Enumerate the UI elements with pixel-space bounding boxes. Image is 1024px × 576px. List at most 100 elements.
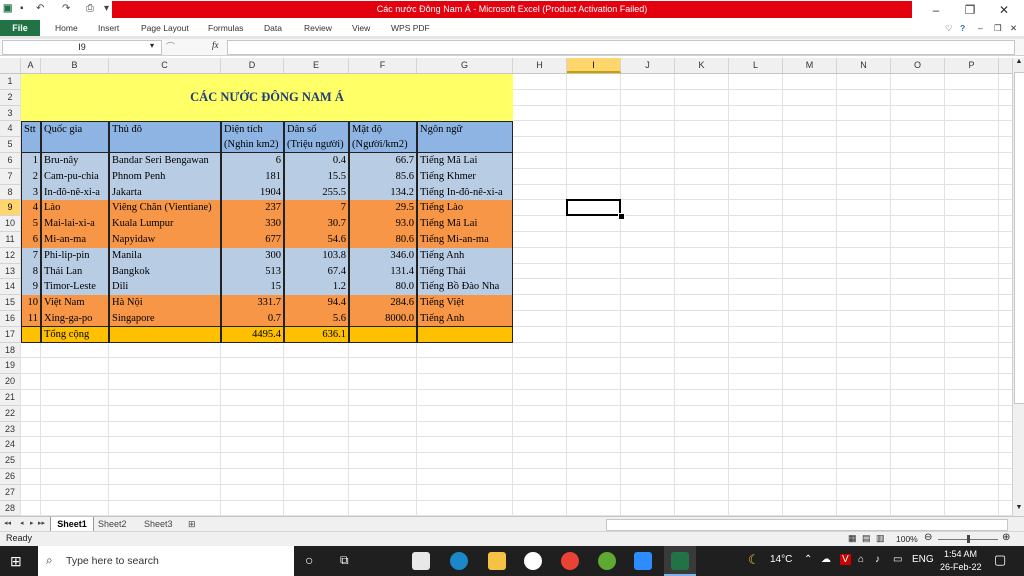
cell-language[interactable]: Tiếng Mi-an-ma [417, 232, 513, 248]
cell-area[interactable]: 1904 [221, 184, 284, 201]
zoom-out-icon[interactable]: ⊖ [924, 532, 932, 543]
name-box[interactable]: I9 [2, 40, 162, 55]
cell-density[interactable]: 8000.0 [349, 311, 417, 327]
cell-stt[interactable]: 6 [21, 232, 41, 248]
selected-cell-i9[interactable] [566, 199, 621, 217]
header-population-unit[interactable]: (Triệu người) [284, 137, 349, 153]
row-header-3[interactable]: 3 [0, 105, 21, 122]
vertical-scroll-thumb[interactable] [1014, 72, 1024, 404]
cell-capital[interactable]: Viêng Chăn (Vientiane) [109, 200, 221, 217]
name-box-dropdown-icon[interactable]: ▾ [150, 41, 154, 50]
cell-density[interactable]: 66.7 [349, 153, 417, 169]
row-header-22[interactable]: 22 [0, 405, 21, 422]
tab-home[interactable]: Home [55, 20, 78, 36]
row-header-21[interactable]: 21 [0, 390, 21, 406]
network-icon[interactable]: ⌂ [858, 554, 864, 565]
column-header-a[interactable]: A [21, 58, 41, 73]
row-header-26[interactable]: 26 [0, 469, 21, 485]
cell-area[interactable]: 15 [221, 279, 284, 296]
header-stt[interactable]: Stt [21, 121, 41, 153]
cell-population[interactable]: 30.7 [284, 216, 349, 232]
cell-population[interactable]: 1.2 [284, 279, 349, 296]
cell-area[interactable]: 330 [221, 216, 284, 232]
row-header-12[interactable]: 12 [0, 247, 21, 264]
page-break-view-icon[interactable]: ▥ [876, 533, 885, 544]
cell-population[interactable]: 15.5 [284, 168, 349, 185]
column-header-h[interactable]: H [513, 58, 567, 73]
help-icon[interactable]: ? [960, 20, 965, 36]
cell-capital[interactable]: Bangkok [109, 263, 221, 280]
last-sheet-icon[interactable]: ▸▸ [38, 517, 45, 531]
row-header-11[interactable]: 11 [0, 232, 21, 248]
column-header-m[interactable]: M [783, 58, 837, 73]
cell-language[interactable]: Tiếng Việt [417, 295, 513, 311]
cell-stt[interactable]: 2 [21, 168, 41, 185]
cell-capital[interactable]: Bandar Seri Bengawan [109, 153, 221, 169]
cell-total-stt[interactable] [21, 326, 41, 343]
cell-country[interactable]: In-đô-nê-xi-a [41, 184, 109, 201]
row-header-2[interactable]: 2 [0, 89, 21, 106]
task-view-icon[interactable]: ⧉ [340, 553, 349, 568]
cell-language[interactable]: Tiếng Anh [417, 311, 513, 327]
cell-density[interactable]: 131.4 [349, 263, 417, 280]
cell-stt[interactable]: 1 [21, 153, 41, 169]
cell-stt[interactable]: 7 [21, 247, 41, 264]
row-header-10[interactable]: 10 [0, 216, 21, 232]
row-header-4[interactable]: 4 [0, 121, 21, 138]
clock-time[interactable]: 1:54 AM [944, 549, 977, 559]
redo-icon[interactable]: ↷ [62, 3, 70, 14]
scroll-up-icon[interactable]: ▲ [1014, 58, 1024, 68]
tab-page-layout[interactable]: Page Layout [141, 20, 189, 36]
cell-capital[interactable]: Napyidaw [109, 232, 221, 248]
row-header-24[interactable]: 24 [0, 437, 21, 454]
cell-country[interactable]: Mi-an-ma [41, 232, 109, 248]
cell-language[interactable]: Tiếng Mã Lai [417, 153, 513, 169]
cell-country[interactable]: Bru-nây [41, 153, 109, 169]
cell-country[interactable]: Việt Nam [41, 295, 109, 311]
cell-language[interactable]: Tiếng Lào [417, 200, 513, 217]
cell-capital[interactable]: Singapore [109, 311, 221, 327]
column-header-e[interactable]: E [284, 58, 349, 73]
tray-expand-icon[interactable]: ⌃ [804, 554, 812, 565]
formula-expand-icon[interactable]: ⌒ [166, 40, 175, 53]
column-header-b[interactable]: B [41, 58, 109, 73]
cell-population[interactable]: 255.5 [284, 184, 349, 201]
temperature[interactable]: 14°C [770, 554, 792, 565]
cell-area[interactable]: 181 [221, 168, 284, 185]
formula-input[interactable] [227, 40, 1015, 55]
column-header-f[interactable]: F [349, 58, 417, 73]
row-header-13[interactable]: 13 [0, 263, 21, 280]
input-language[interactable]: ENG [912, 554, 934, 565]
minimize-button[interactable]: – [926, 3, 946, 17]
row-header-14[interactable]: 14 [0, 279, 21, 296]
row-header-16[interactable]: 16 [0, 311, 21, 327]
insert-sheet-icon[interactable]: ⊞ [188, 517, 196, 531]
row-header-8[interactable]: 8 [0, 184, 21, 201]
cell-total-area[interactable]: 4495.4 [221, 326, 284, 343]
cell-country[interactable]: Cam-pu-chia [41, 168, 109, 185]
save-icon[interactable]: ▪ [20, 3, 24, 14]
zoom-slider-thumb[interactable] [967, 535, 970, 543]
row-header-6[interactable]: 6 [0, 153, 21, 169]
sheet-tab-sheet1[interactable]: Sheet1 [50, 517, 94, 532]
cell-language[interactable]: Tiếng Thái [417, 263, 513, 280]
cell-capital[interactable]: Phnom Penh [109, 168, 221, 185]
cell-country[interactable]: Xing-ga-po [41, 311, 109, 327]
tab-insert[interactable]: Insert [98, 20, 119, 36]
cell-total-capital[interactable] [109, 326, 221, 343]
zoom-in-icon[interactable]: ⊕ [1002, 532, 1010, 543]
column-header-d[interactable]: D [221, 58, 284, 73]
cell-country[interactable]: Timor-Leste [41, 279, 109, 296]
header-capital[interactable]: Thủ đô [109, 121, 221, 153]
column-header-i[interactable]: I [567, 58, 621, 73]
cell-population[interactable]: 0.4 [284, 153, 349, 169]
row-header-20[interactable]: 20 [0, 374, 21, 390]
sheet-tab-sheet3[interactable]: Sheet3 [144, 517, 173, 531]
cell-total-population[interactable]: 636.1 [284, 326, 349, 343]
tab-formulas[interactable]: Formulas [208, 20, 243, 36]
header-language[interactable]: Ngôn ngữ [417, 121, 513, 153]
cell-stt[interactable]: 4 [21, 200, 41, 217]
column-header-j[interactable]: J [621, 58, 675, 73]
cell-capital[interactable]: Hà Nội [109, 295, 221, 311]
cell-area[interactable]: 513 [221, 263, 284, 280]
